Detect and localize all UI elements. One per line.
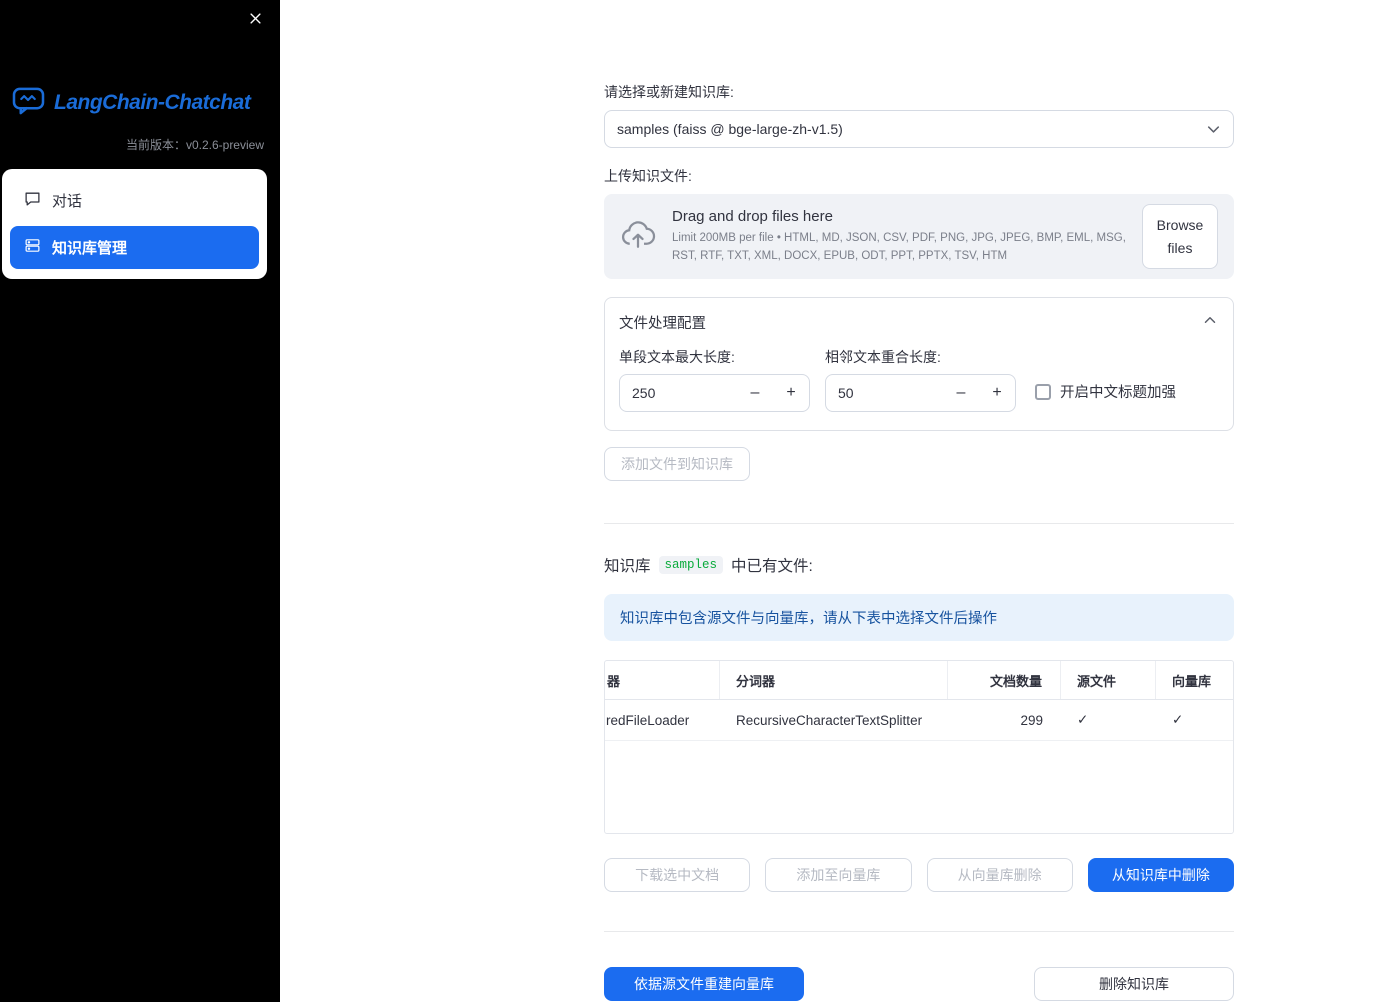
app-title: LangChain-Chatchat — [54, 91, 251, 114]
main-area: 请选择或新建知识库: samples (faiss @ bge-large-zh… — [280, 0, 1380, 1002]
table-header-source[interactable]: 源文件 — [1061, 661, 1156, 699]
existing-files-suffix: 中已有文件: — [731, 558, 813, 575]
cell-splitter: RecursiveCharacterTextSplitter — [736, 712, 923, 728]
overlap-value: 50 — [838, 385, 854, 401]
app-logo: LangChain-Chatchat — [0, 0, 280, 120]
files-table: 器 分词器 文档数量 源文件 向量库 redFileLoader Recursi… — [604, 660, 1234, 834]
cloud-upload-icon — [620, 216, 656, 257]
increment-button[interactable]: + — [979, 375, 1015, 411]
cell-source-check: ✓ — [1077, 712, 1089, 727]
sidebar-item-label: 对话 — [52, 193, 83, 210]
zh-title-enhance-label: 开启中文标题加强 — [1060, 385, 1176, 401]
delete-kb-button[interactable]: 删除知识库 — [1034, 967, 1234, 1001]
decrement-button[interactable]: – — [737, 375, 773, 411]
kb-actions-row: 依据源文件重建向量库 删除知识库 — [604, 967, 1234, 1001]
dropzone-limits: Limit 200MB per file • HTML, MD, JSON, C… — [672, 231, 1126, 262]
zh-title-enhance-option: 开启中文标题加强 — [1035, 381, 1176, 402]
database-stack-icon — [24, 237, 41, 258]
dropzone-title: Drag and drop files here — [672, 207, 833, 225]
sidebar-item-knowledge-base[interactable]: 知识库管理 — [10, 226, 259, 269]
table-header-row: 器 分词器 文档数量 源文件 向量库 — [605, 661, 1233, 700]
delete-from-vectorstore-button[interactable]: 从向量库删除 — [926, 858, 1073, 892]
max-length-input[interactable]: 250 – + — [619, 374, 810, 412]
max-length-field: 单段文本最大长度: 250 – + — [619, 347, 810, 412]
cell-loader: redFileLoader — [606, 712, 690, 728]
upload-label: 上传知识文件: — [604, 168, 692, 184]
kb-select[interactable]: samples (faiss @ bge-large-zh-v1.5) — [604, 110, 1234, 148]
rebuild-vectorstore-button[interactable]: 依据源文件重建向量库 — [604, 967, 804, 1001]
overlap-label: 相邻文本重合长度: — [825, 349, 941, 365]
file-config-expander: 文件处理配置 单段文本最大长度: 250 – + 相邻文本重合长度: 50 – … — [604, 297, 1234, 431]
table-row[interactable]: redFileLoader RecursiveCharacterTextSpli… — [605, 700, 1233, 741]
kb-select-value: samples (faiss @ bge-large-zh-v1.5) — [617, 121, 843, 137]
sidebar: LangChain-Chatchat 当前版本：v0.2.6-preview 对… — [0, 0, 280, 1002]
chevron-down-icon — [1204, 120, 1223, 139]
divider — [604, 523, 1234, 524]
chevron-up-icon — [1201, 311, 1219, 333]
logo-chat-icon — [12, 86, 45, 120]
table-header-doc-count[interactable]: 文档数量 — [948, 661, 1061, 699]
expander-body: 单段文本最大长度: 250 – + 相邻文本重合长度: 50 – + 开启中文标… — [605, 343, 1233, 430]
content-column: 请选择或新建知识库: samples (faiss @ bge-large-zh… — [604, 0, 1234, 1001]
version-label: 当前版本：v0.2.6-preview — [125, 138, 264, 152]
close-icon — [248, 11, 263, 31]
decrement-button[interactable]: – — [943, 375, 979, 411]
delete-from-kb-button[interactable]: 从知识库中删除 — [1087, 858, 1234, 892]
max-length-value: 250 — [632, 385, 656, 401]
sidebar-close-button[interactable] — [242, 8, 268, 34]
sidebar-item-dialogue[interactable]: 对话 — [10, 179, 259, 222]
add-to-vectorstore-button[interactable]: 添加至向量库 — [765, 858, 912, 892]
file-dropzone[interactable]: Drag and drop files here Limit 200MB per… — [604, 194, 1234, 279]
sidebar-menu: 对话 知识库管理 — [2, 169, 267, 279]
zh-title-enhance-checkbox[interactable] — [1035, 383, 1051, 400]
expander-header[interactable]: 文件处理配置 — [605, 298, 1233, 343]
add-files-button[interactable]: 添加文件到知识库 — [604, 447, 750, 481]
table-header-vector[interactable]: 向量库 — [1156, 661, 1233, 699]
existing-files-heading: 知识库 samples 中已有文件: — [604, 554, 1234, 576]
table-header-splitter[interactable]: 分词器 — [720, 661, 948, 699]
info-alert: 知识库中包含源文件与向量库，请从下表中选择文件后操作 — [604, 594, 1234, 641]
sidebar-item-label: 知识库管理 — [52, 240, 128, 257]
kb-name-code: samples — [658, 556, 724, 574]
overlap-field: 相邻文本重合长度: 50 – + — [825, 347, 1016, 412]
kb-select-label: 请选择或新建知识库: — [604, 84, 734, 100]
expander-title: 文件处理配置 — [619, 315, 706, 332]
download-selected-button[interactable]: 下载选中文档 — [604, 858, 751, 892]
cell-doc-count: 299 — [1020, 712, 1043, 728]
overlap-input[interactable]: 50 – + — [825, 374, 1016, 412]
file-actions-row: 下载选中文档 添加至向量库 从向量库删除 从知识库中删除 — [604, 858, 1234, 892]
table-header-loader[interactable]: 器 — [605, 661, 720, 699]
dropzone-instructions: Drag and drop files here Limit 200MB per… — [672, 208, 1126, 266]
cell-vector-check: ✓ — [1172, 712, 1184, 727]
divider — [604, 931, 1234, 932]
increment-button[interactable]: + — [773, 375, 809, 411]
browse-files-button[interactable]: Browse files — [1142, 204, 1218, 269]
existing-files-prefix: 知识库 — [604, 558, 651, 575]
max-length-label: 单段文本最大长度: — [619, 349, 735, 365]
info-alert-text: 知识库中包含源文件与向量库，请从下表中选择文件后操作 — [620, 611, 997, 627]
chat-bubble-icon — [24, 190, 41, 211]
